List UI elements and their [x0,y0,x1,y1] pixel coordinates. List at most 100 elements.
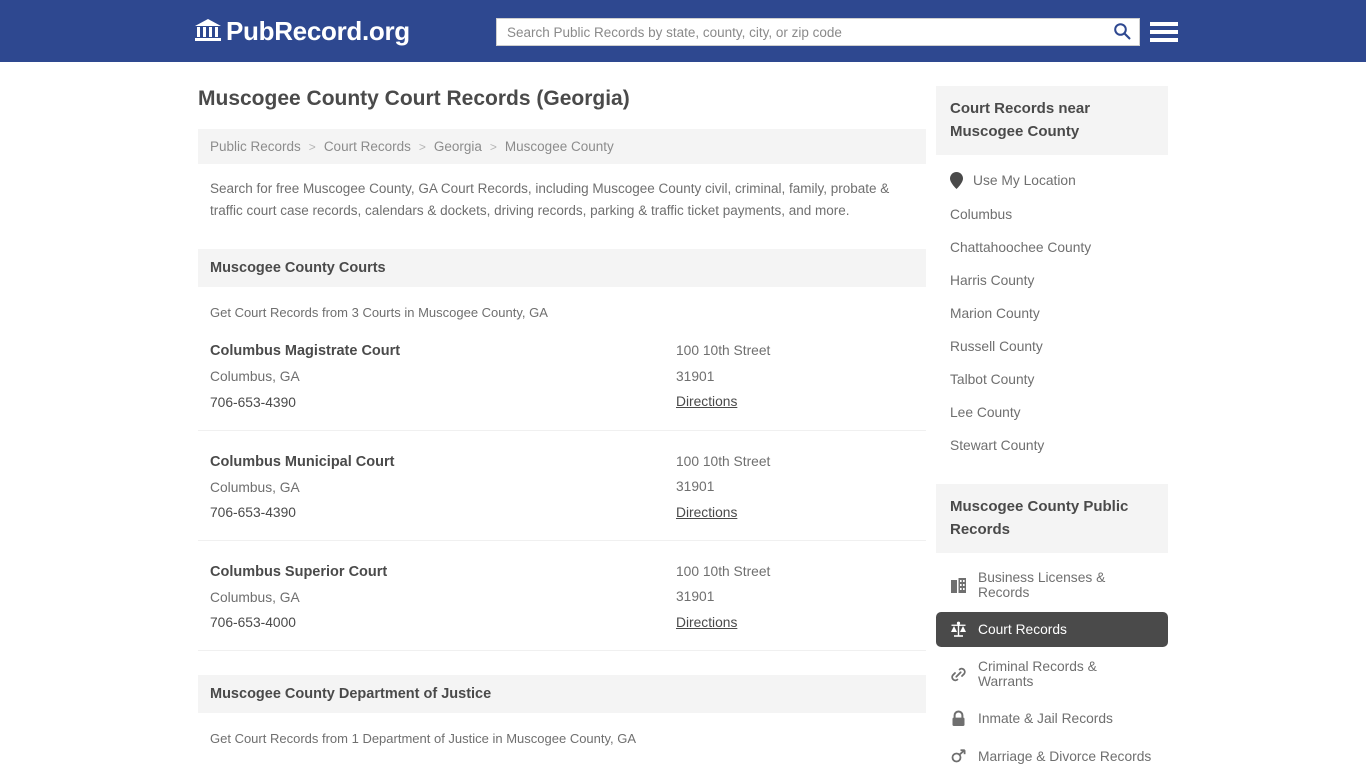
hamburger-bar [1150,22,1178,26]
breadcrumb-item-court-records[interactable]: Court Records [324,139,411,154]
entry-address: 100 10th Street 31901 Directions [676,449,914,526]
court-zip: 31901 [676,479,715,495]
sidebar-item-business-licenses[interactable]: Business Licenses & Records [936,561,1168,609]
page-title: Muscogee County Court Records (Georgia) [198,87,630,110]
list-item: Criminal Records & Warrants [936,650,1168,698]
sidebar-item-russell-county[interactable]: Russell County [936,330,1168,363]
hamburger-bar [1150,38,1178,42]
court-street: 100 10th Street [676,563,771,579]
search-bar [496,18,1140,46]
site-logo-text: PubRecord.org [226,15,410,46]
list-item: Business Licenses & Records [936,561,1168,609]
page-body: Muscogee County Court Records (Georgia) … [0,62,1366,768]
briefcase-icon [950,577,967,594]
sidebar-item-use-my-location[interactable]: Use My Location [936,163,1168,198]
site-header: PubRecord.org [0,0,1366,62]
list-item: Russell County [936,330,1168,363]
map-pin-icon [950,172,963,189]
sidebar-heading-nearby: Court Records near Muscogee County [936,86,1168,155]
sidebar-item-court-records[interactable]: Court Records [936,612,1168,647]
court-name[interactable]: Columbus Magistrate Court [210,338,676,364]
sidebar-item-stewart-county[interactable]: Stewart County [936,429,1168,462]
breadcrumb-separator: > [418,139,426,154]
sidebar-item-marriage-divorce-records[interactable]: Marriage & Divorce Records [936,739,1168,768]
court-phone[interactable]: 706-653-4390 [210,390,676,416]
court-phone[interactable]: 706-653-4000 [210,610,676,636]
court-phone[interactable]: 706-653-4390 [210,500,676,526]
court-street: 100 10th Street [676,343,771,359]
table-row: Columbus Magistrate Court Columbus, GA 7… [198,320,926,431]
list-item: Talbot County [936,363,1168,396]
court-zip: 31901 [676,589,715,605]
sidebar-item-label: Business Licenses & Records [978,570,1106,600]
court-city-state: Columbus, GA [210,589,300,605]
list-item: Marriage & Divorce Records [936,739,1168,768]
list-item: Stewart County [936,429,1168,462]
sidebar-nearby-list: Use My Location Columbus Chattahoochee C… [936,155,1168,462]
sidebar-item-chattahoochee-county[interactable]: Chattahoochee County [936,231,1168,264]
entry-details: Columbus Magistrate Court Columbus, GA 7… [210,338,676,415]
search-icon [1113,22,1131,43]
sidebar-item-label: Inmate & Jail Records [978,711,1113,726]
hamburger-menu-icon[interactable] [1150,18,1178,46]
section-subtitle-doj: Get Court Records from 1 Department of J… [210,730,637,746]
breadcrumb-separator: > [308,139,316,154]
agency-name[interactable]: Columbus Georgia Department of Justice [210,764,676,768]
court-name[interactable]: Columbus Municipal Court [210,449,676,475]
bank-icon [194,18,222,44]
section-subtitle-courts: Get Court Records from 3 Courts in Musco… [210,305,548,321]
sidebar: Court Records near Muscogee County Use M… [936,86,1168,768]
table-row: Columbus Superior Court Columbus, GA 706… [198,541,926,651]
search-button[interactable] [1105,19,1139,45]
breadcrumb: Public Records > Court Records > Georgia… [198,129,926,165]
sidebar-item-label: Court Records [978,622,1067,637]
agency-street: 1642 3rd Avenue [676,764,914,768]
list-item: Lee County [936,396,1168,429]
hamburger-bar [1150,30,1178,34]
entry-details: Columbus Georgia Department of Justice C… [210,764,676,768]
sidebar-records-list: Business Licenses & Records Court Record… [936,553,1168,768]
court-street: 100 10th Street [676,453,771,469]
sidebar-item-marion-county[interactable]: Marion County [936,297,1168,330]
breadcrumb-item-muscogee-county: Muscogee County [504,139,614,155]
breadcrumb-item-georgia[interactable]: Georgia [434,139,482,154]
gender-symbols-icon [950,748,967,765]
sidebar-item-label: Criminal Records & Warrants [978,659,1097,689]
search-input[interactable] [497,19,1105,45]
site-logo[interactable]: PubRecord.org [194,16,410,47]
sidebar-item-label: Marriage & Divorce Records [978,749,1152,764]
table-row: Columbus Georgia Department of Justice C… [198,746,926,768]
entry-address: 100 10th Street 31901 Directions [676,559,914,636]
sidebar-item-talbot-county[interactable]: Talbot County [936,363,1168,396]
sidebar-item-criminal-records[interactable]: Criminal Records & Warrants [936,650,1168,698]
section-heading-doj: Muscogee County Department of Justice [198,674,926,713]
list-item: Use My Location [936,163,1168,198]
breadcrumb-separator: > [489,139,497,154]
directions-link[interactable]: Directions [676,500,737,526]
table-row: Columbus Municipal Court Columbus, GA 70… [198,431,926,541]
sidebar-item-harris-county[interactable]: Harris County [936,264,1168,297]
list-item: Marion County [936,297,1168,330]
sidebar-heading-public-records: Muscogee County Public Records [936,484,1168,553]
list-item: Harris County [936,264,1168,297]
section-heading-courts: Muscogee County Courts [198,249,926,288]
directions-link[interactable]: Directions [676,389,737,415]
sidebar-item-inmate-jail-records[interactable]: Inmate & Jail Records [936,701,1168,736]
directions-link[interactable]: Directions [676,610,737,636]
sidebar-item-columbus[interactable]: Columbus [936,198,1168,231]
list-item: Columbus [936,198,1168,231]
breadcrumb-item-public-records[interactable]: Public Records [210,139,301,154]
court-name[interactable]: Columbus Superior Court [210,559,676,585]
page-intro-text: Search for free Muscogee County, GA Cour… [210,181,890,218]
sidebar-item-label: Use My Location [973,173,1076,188]
entry-address: 100 10th Street 31901 Directions [676,338,914,415]
court-city-state: Columbus, GA [210,369,300,385]
court-zip: 31901 [676,368,715,384]
list-item: Chattahoochee County [936,231,1168,264]
chain-link-icon [950,666,967,683]
entry-details: Columbus Superior Court Columbus, GA 706… [210,559,676,636]
list-item: Inmate & Jail Records [936,701,1168,736]
court-city-state: Columbus, GA [210,479,300,495]
entry-details: Columbus Municipal Court Columbus, GA 70… [210,449,676,526]
sidebar-item-lee-county[interactable]: Lee County [936,396,1168,429]
